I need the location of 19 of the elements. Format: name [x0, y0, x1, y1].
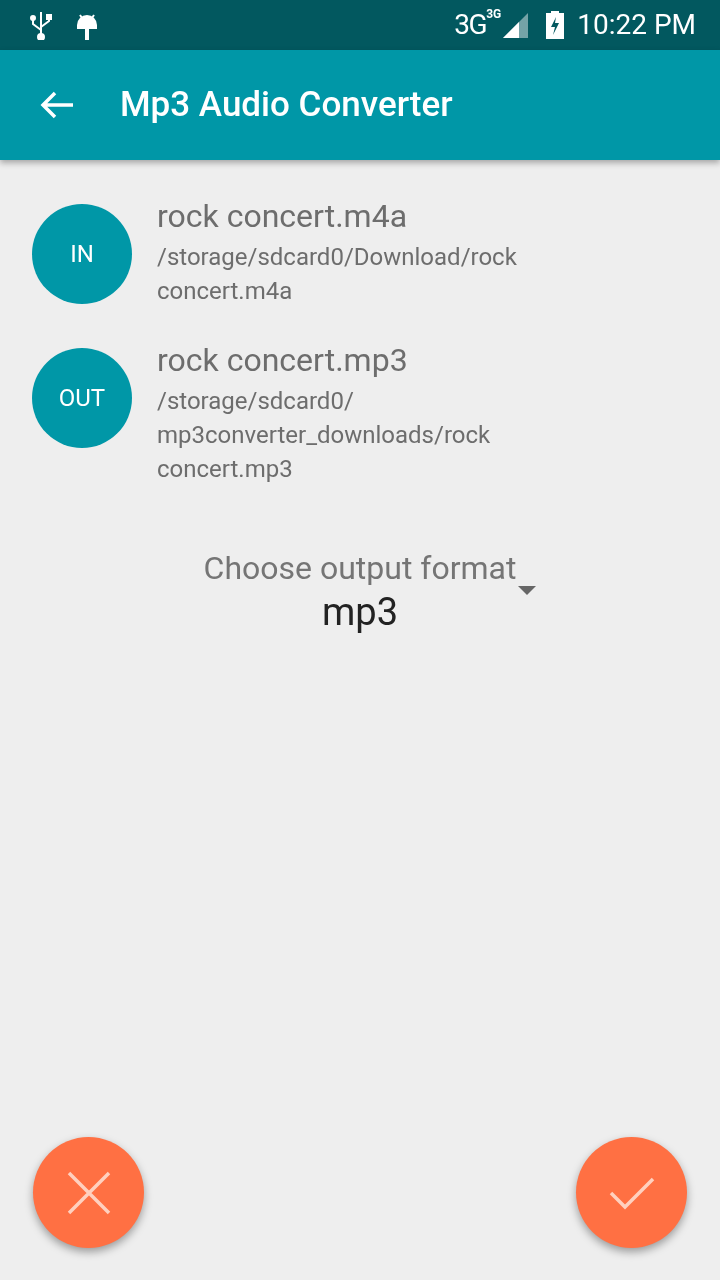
network-type-small: 3G: [486, 8, 502, 20]
format-dropdown[interactable]: Choose output format mp3: [187, 548, 533, 636]
signal-icon: [501, 11, 530, 39]
file-path: /storage/sdcard0/ mp3converter_downloads/rock concert.mp3: [157, 386, 492, 485]
file-badge: OUT: [32, 348, 132, 448]
close-icon: [65, 1169, 112, 1216]
network-type: 3G: [454, 11, 487, 39]
file-badge: IN: [32, 204, 132, 304]
file-path: /storage/sdcard0/Download/rock concert.m4a: [157, 242, 518, 307]
battery-icon: [545, 10, 566, 40]
confirm-button[interactable]: [576, 1137, 687, 1248]
back-arrow-icon: [39, 90, 75, 120]
file-name: rock concert.mp3: [157, 340, 409, 381]
cancel-button[interactable]: [33, 1137, 144, 1248]
dropdown-caret-icon: [518, 586, 537, 596]
usb-icon: [28, 10, 54, 40]
app-title: Mp3 Audio Converter: [120, 82, 453, 127]
clock: 10:22 PM: [577, 7, 696, 43]
file-name: rock concert.m4a: [157, 196, 409, 237]
